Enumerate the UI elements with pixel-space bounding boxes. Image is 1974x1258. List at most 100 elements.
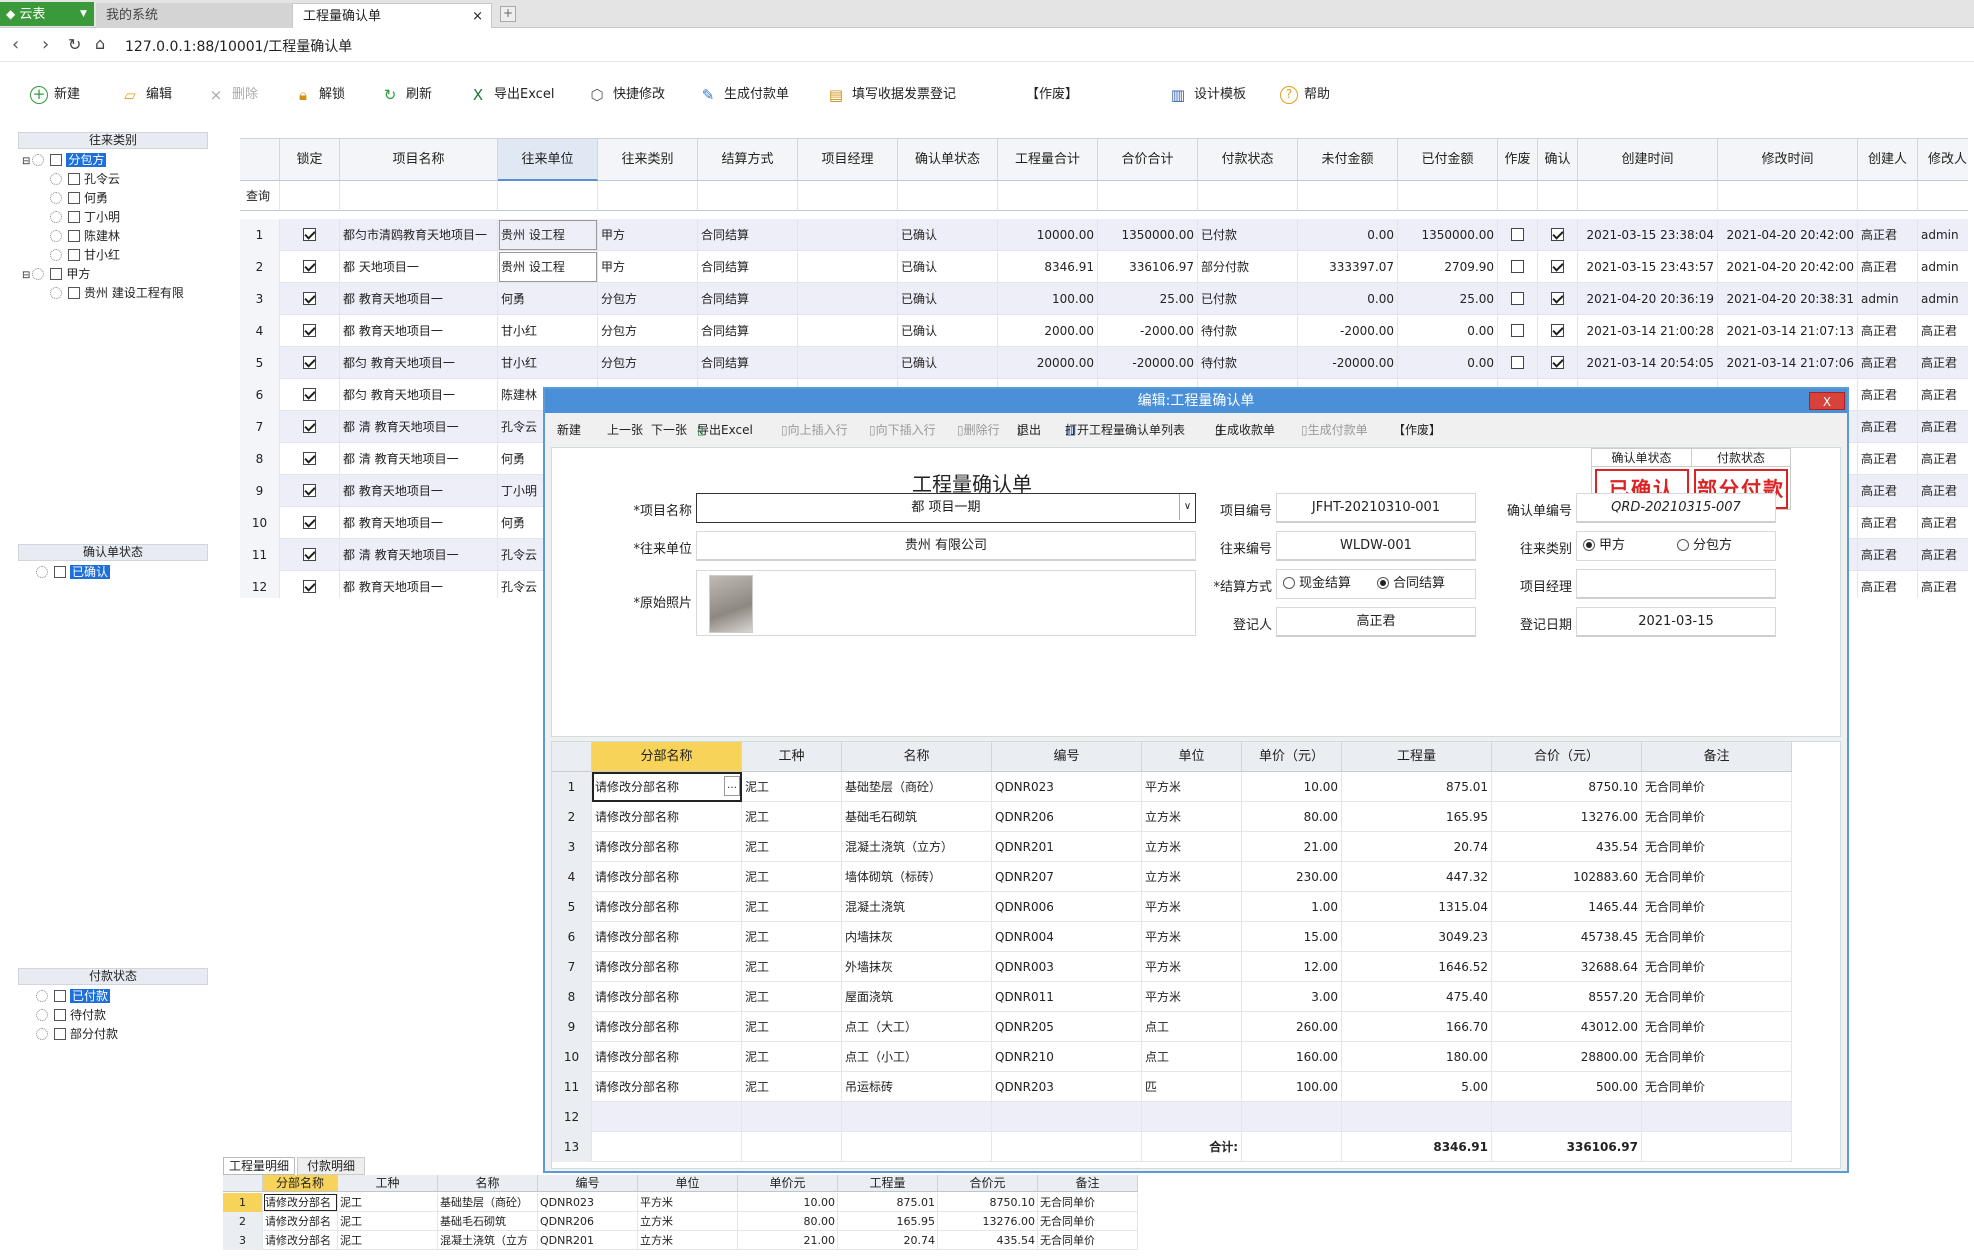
table-cell[interactable]: QDNR206: [538, 1212, 638, 1231]
table-cell[interactable]: 请修改分部名称: [592, 982, 742, 1012]
table-cell[interactable]: [1498, 347, 1538, 379]
new-button[interactable]: + 新建: [30, 82, 80, 108]
table-cell[interactable]: 无合同单价: [1642, 922, 1792, 952]
table-row[interactable]: 1 请修改分部名称… 泥工 基础垫层（商砼） QDNR023 平方米 10.00 875.01…: [552, 772, 1792, 802]
table-cell[interactable]: 屋面浇筑: [842, 982, 992, 1012]
checkbox[interactable]: [68, 211, 80, 223]
table-cell[interactable]: 无合同单价: [1642, 1072, 1792, 1102]
table-row[interactable]: 12: [552, 1102, 1792, 1132]
table-cell[interactable]: 高正君: [1918, 443, 1968, 475]
col-header[interactable]: 单价元: [738, 1175, 838, 1192]
table-cell[interactable]: [1498, 251, 1538, 283]
table-cell[interactable]: 立方米: [1142, 832, 1242, 862]
table-cell[interactable]: 2000.00: [998, 315, 1098, 347]
table-cell[interactable]: QDNR201: [538, 1231, 638, 1250]
table-cell[interactable]: 447.32: [1342, 862, 1492, 892]
table-cell[interactable]: [280, 539, 340, 571]
col-header[interactable]: 确认单状态: [898, 139, 998, 181]
table-cell[interactable]: 高正君: [1858, 379, 1918, 411]
col-header[interactable]: 确认: [1538, 139, 1578, 181]
table-cell[interactable]: 请修改分部名称: [592, 1012, 742, 1042]
col-header[interactable]: 锁定: [280, 139, 340, 181]
checkbox[interactable]: [54, 1028, 66, 1040]
table-cell[interactable]: 高正君: [1858, 347, 1918, 379]
table-cell[interactable]: 甘小红: [498, 315, 598, 347]
query-cell[interactable]: [1578, 181, 1718, 211]
query-cell[interactable]: [1098, 181, 1198, 211]
table-cell[interactable]: 点工（大工）: [842, 1012, 992, 1042]
table-cell[interactable]: [280, 219, 340, 251]
table-cell[interactable]: 165.95: [1342, 802, 1492, 832]
table-cell[interactable]: 都 教育天地项目一: [340, 507, 498, 539]
query-cell[interactable]: [598, 181, 698, 211]
table-cell[interactable]: [1538, 283, 1578, 315]
table-cell[interactable]: 已确认: [898, 251, 998, 283]
checkbox[interactable]: [68, 173, 80, 185]
checkbox[interactable]: [1551, 356, 1564, 369]
table-cell[interactable]: 混凝土浇筑（立方: [438, 1231, 538, 1250]
table-cell[interactable]: 请修改分部名称: [592, 1042, 742, 1072]
query-cell[interactable]: [1498, 181, 1538, 211]
table-cell[interactable]: 都 清 教育天地项目一: [340, 443, 498, 475]
tree-node-unpaid[interactable]: 待付款: [36, 1006, 106, 1025]
table-cell[interactable]: 2021-03-15 23:43:57: [1578, 251, 1718, 283]
checkbox[interactable]: [303, 388, 316, 401]
tab-payment-detail[interactable]: 付款明细: [297, 1157, 365, 1175]
table-cell[interactable]: 平方米: [1142, 982, 1242, 1012]
table-cell[interactable]: 25.00: [1098, 283, 1198, 315]
design-template-button[interactable]: ▥ 设计模板: [1168, 82, 1246, 108]
table-cell[interactable]: 平方米: [1142, 922, 1242, 952]
table-cell[interactable]: QDNR201: [992, 832, 1142, 862]
project-select[interactable]: 都 项目一期 ∨: [696, 493, 1196, 523]
col-header[interactable]: 工种: [338, 1175, 438, 1192]
table-cell[interactable]: QDNR023: [538, 1193, 638, 1212]
table-row[interactable]: 7 请修改分部名称 泥工 外墙抹灰 QDNR003 平方米 12.00 1646.52 3268…: [552, 952, 1792, 982]
table-cell[interactable]: 2021-04-20 20:36:19: [1578, 283, 1718, 315]
table-cell[interactable]: 贵州 设工程: [498, 251, 598, 283]
checkbox[interactable]: [1511, 228, 1524, 241]
forward-icon[interactable]: ›: [42, 34, 49, 55]
table-row[interactable]: 1 都匀市清鸥教育天地项目一 贵州 设工程 甲方 合同结算 已确认 10000.00 1350…: [240, 219, 1968, 251]
table-cell[interactable]: 待付款: [1198, 347, 1298, 379]
table-cell[interactable]: 立方米: [1142, 802, 1242, 832]
checkbox[interactable]: [303, 516, 316, 529]
tab-my-system[interactable]: 我的系统: [96, 3, 292, 28]
table-cell[interactable]: 泥工: [338, 1212, 438, 1231]
table-cell[interactable]: [1242, 1102, 1342, 1132]
table-cell[interactable]: [798, 219, 898, 251]
table-cell[interactable]: 都 教育天地项目一: [340, 571, 498, 598]
table-cell[interactable]: 泥工: [742, 832, 842, 862]
query-cell[interactable]: [998, 181, 1098, 211]
table-cell[interactable]: 3.00: [1242, 982, 1342, 1012]
col-header[interactable]: 已付金额: [1398, 139, 1498, 181]
col-header[interactable]: 单位: [1142, 742, 1242, 772]
photo-thumbnail[interactable]: [709, 575, 753, 633]
table-cell[interactable]: 混凝土浇筑: [842, 892, 992, 922]
checkbox[interactable]: [303, 548, 316, 561]
table-cell[interactable]: 无合同单价: [1642, 892, 1792, 922]
table-cell[interactable]: 合同结算: [698, 315, 798, 347]
col-header[interactable]: 备注: [1038, 1175, 1138, 1192]
fill-receipt-button[interactable]: ▤ 填写收据发票登记: [826, 82, 956, 108]
table-cell[interactable]: [1342, 1102, 1492, 1132]
table-row[interactable]: 4都 教育天地项目一 甘小红 分包方 合同结算 已确认 2000.00 -2000.00 待付…: [240, 315, 1968, 347]
table-cell[interactable]: 高正君: [1858, 475, 1918, 507]
table-cell[interactable]: 8346.91: [998, 251, 1098, 283]
col-header[interactable]: 合价合计: [1098, 139, 1198, 181]
table-cell[interactable]: 1315.04: [1342, 892, 1492, 922]
col-header[interactable]: 工程量: [838, 1175, 938, 1192]
ellipsis-button[interactable]: …: [724, 776, 740, 796]
table-cell[interactable]: 内墙抹灰: [842, 922, 992, 952]
col-header[interactable]: 项目名称: [340, 139, 498, 181]
col-header[interactable]: 合价（元）: [1492, 742, 1642, 772]
table-cell[interactable]: 外墙抹灰: [842, 952, 992, 982]
table-row[interactable]: 3 请修改分部名称 泥工 混凝土浇筑（立方） QDNR201 立方米 21.00 20.74 4…: [552, 832, 1792, 862]
table-cell[interactable]: 请修改分部名称: [592, 772, 742, 802]
table-cell[interactable]: -2000.00: [1298, 315, 1398, 347]
col-header[interactable]: 名称: [438, 1175, 538, 1192]
table-cell[interactable]: 何勇: [498, 283, 598, 315]
col-header[interactable]: 分部名称: [592, 742, 742, 772]
table-row[interactable]: 2 都 天地项目一 贵州 设工程 甲方 合同结算 已确认 8346.91 336106.97 部…: [240, 251, 1968, 283]
checkbox[interactable]: [1551, 228, 1564, 241]
dlg-insert-below-button[interactable]: ▯ 向下插入行: [869, 415, 936, 445]
